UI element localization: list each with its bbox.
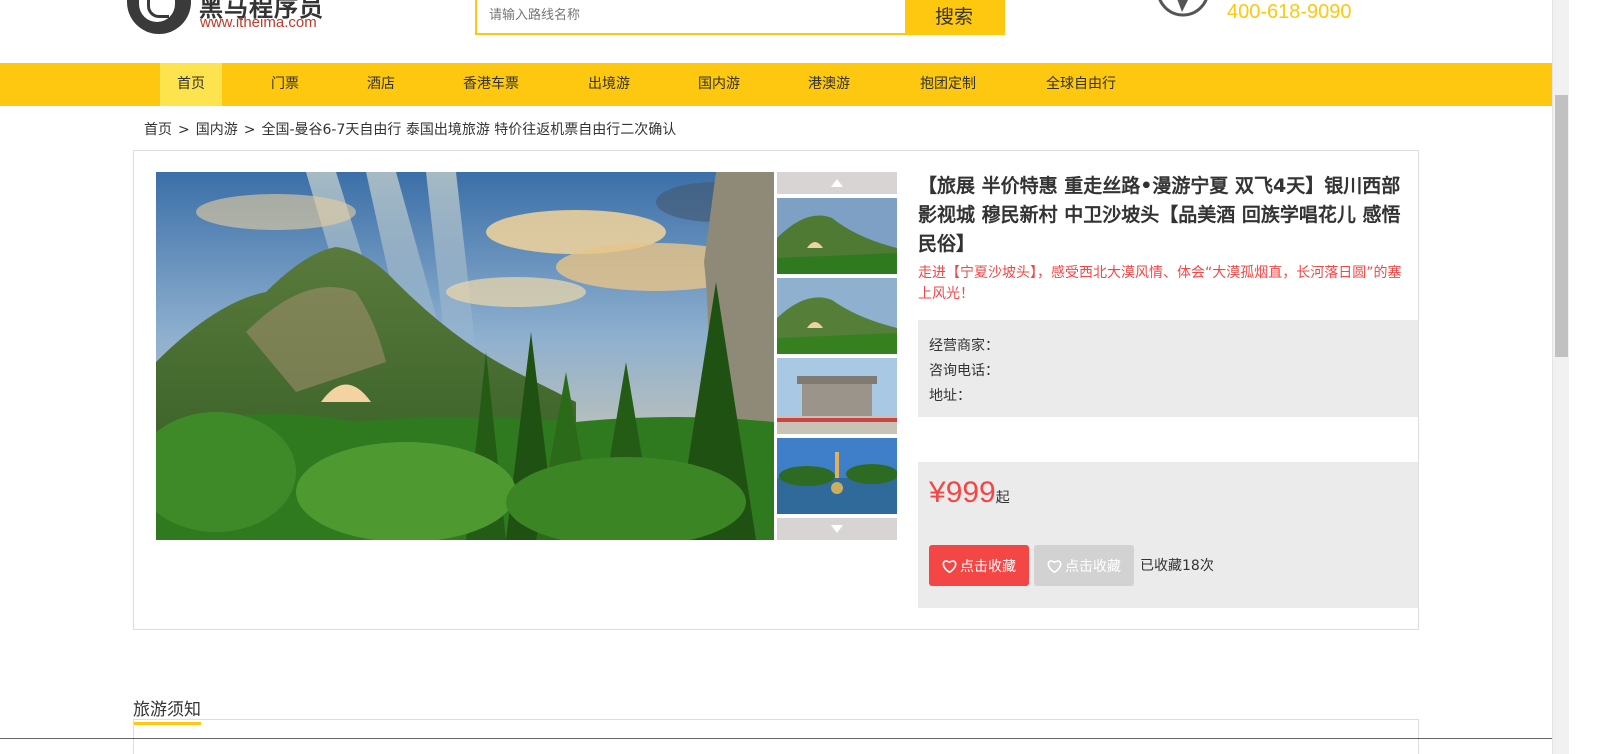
thumbnail-strip (777, 172, 897, 540)
search-input[interactable] (477, 0, 905, 33)
thumb-down-arrow-icon[interactable] (777, 518, 897, 540)
site-header: 黑马程序员 www.itheima.com 搜索 400-618-9090 (0, 0, 1568, 63)
thumbnail-2[interactable] (777, 278, 897, 354)
hotline-number: 400-618-9090 (1227, 1, 1352, 23)
nav-item-global-free[interactable]: 全球自由行 (1035, 63, 1127, 106)
favorite-button[interactable]: 点击收藏 (929, 545, 1029, 586)
favorite-count: 已收藏18次 (1140, 558, 1214, 574)
product-title: 【旅展 半价特惠 重走丝路•漫游宁夏 双飞4天】银川西部影视城 穆民新村 中卫沙… (918, 175, 1401, 255)
nav-item-hotel[interactable]: 酒店 (350, 63, 412, 106)
scrollbar-thumb[interactable] (1555, 95, 1568, 357)
page-bottom-divider (0, 738, 1552, 739)
nav-item-outbound[interactable]: 出境游 (578, 63, 640, 106)
favorite-button-disabled-label: 点击收藏 (1065, 558, 1121, 575)
thumbnail-1[interactable] (777, 198, 897, 274)
seller-info-box: 经营商家： 咨询电话： 地址： (918, 320, 1418, 417)
site-logo[interactable]: 黑马程序员 www.itheima.com (127, 0, 347, 36)
breadcrumb-domestic[interactable]: 国内游 (196, 122, 238, 138)
search-bar: 搜索 (475, 0, 1005, 35)
main-nav: 首页 门票 酒店 香港车票 出境游 国内游 港澳游 抱团定制 全球自由行 (0, 63, 1552, 106)
breadcrumb: 首页 > 国内游 > 全国-曼谷6-7天自由行 泰国出境旅游 特价往返机票自由行二次确认 (144, 119, 676, 139)
heart-icon (1047, 559, 1062, 573)
favorite-button-label: 点击收藏 (960, 558, 1016, 575)
breadcrumb-separator: > (243, 122, 256, 138)
price-symbol: ¥ (929, 476, 946, 509)
price-value: 999 (945, 476, 996, 509)
nav-item-tickets[interactable]: 门票 (254, 63, 316, 106)
nav-item-hk-bus[interactable]: 香港车票 (451, 63, 531, 106)
main-product-image (156, 172, 774, 540)
breadcrumb-current: 全国-曼谷6-7天自由行 泰国出境旅游 特价往返机票自由行二次确认 (261, 122, 677, 138)
thumbnail-3[interactable] (777, 358, 897, 434)
seller-label: 经营商家： (929, 338, 999, 354)
breadcrumb-separator: > (178, 122, 190, 138)
heart-icon (942, 559, 957, 573)
breadcrumb-home[interactable]: 首页 (144, 122, 172, 138)
right-margin (1569, 0, 1600, 754)
vertical-scrollbar[interactable] (1552, 0, 1569, 754)
price-unit: 起 (995, 489, 1010, 505)
favorite-button-disabled[interactable]: 点击收藏 (1034, 545, 1134, 586)
product-panel: 【旅展 半价特惠 重走丝路•漫游宁夏 双飞4天】银川西部影视城 穆民新村 中卫沙… (133, 150, 1419, 630)
travel-notice-panel (133, 719, 1419, 754)
nav-item-hk-macau[interactable]: 港澳游 (798, 63, 860, 106)
product-info: 【旅展 半价特惠 重走丝路•漫游宁夏 双飞4天】银川西部影视城 穆民新村 中卫沙… (918, 172, 1418, 608)
consult-phone-label: 咨询电话： (929, 363, 999, 379)
thumb-up-arrow-icon[interactable] (777, 172, 897, 194)
thumbnail-4[interactable] (777, 438, 897, 514)
nav-item-custom-group[interactable]: 抱团定制 (908, 63, 988, 106)
nav-item-home[interactable]: 首页 (160, 63, 222, 106)
nav-item-domestic[interactable]: 国内游 (688, 63, 750, 106)
product-price: ¥999起 (929, 476, 1010, 510)
search-button[interactable]: 搜索 (905, 0, 1003, 33)
logo-text-en: www.itheima.com (200, 14, 317, 31)
price-box: ¥999起 点击收藏 点击收藏 已收藏18次 (918, 462, 1418, 608)
address-label: 地址： (929, 388, 971, 404)
phone-icon (1158, 0, 1208, 17)
product-subtitle: 走进【宁夏沙坡头】，感受西北大漠风情、体会“大漠孤烟直，长河落日圆”的塞上风光！ (918, 265, 1402, 302)
